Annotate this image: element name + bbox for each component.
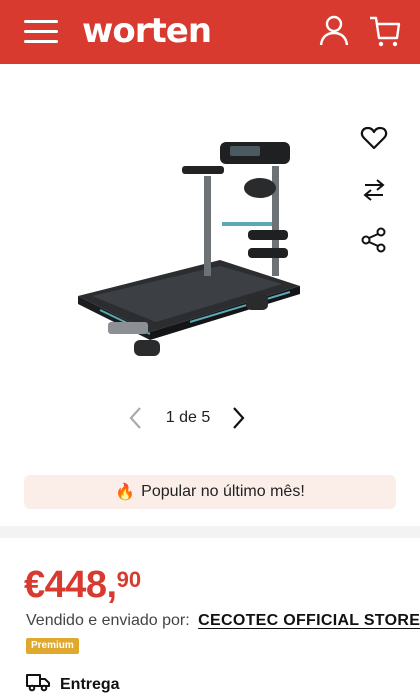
delivery-label: Entrega [60, 675, 120, 693]
user-icon[interactable] [318, 14, 350, 51]
popular-label: Popular no último mês! [141, 483, 305, 500]
product-gallery: 1 de 5 [0, 64, 420, 460]
seller-line: Vendido e enviado por: CECOTEC OFFICIAL … [26, 612, 420, 630]
top-header: worten [0, 0, 420, 64]
menu-icon[interactable] [24, 18, 58, 46]
share-icon[interactable] [360, 226, 388, 259]
treadmill-image[interactable] [70, 136, 310, 367]
heart-icon[interactable] [360, 124, 388, 157]
pager-counter: 1 de 5 [165, 409, 211, 426]
price-main: €448, [24, 564, 117, 606]
compare-icon[interactable] [360, 176, 388, 209]
seller-link[interactable]: CECOTEC OFFICIAL STORE [198, 612, 420, 629]
product-price: €448,90 [24, 564, 141, 607]
chevron-left-icon[interactable] [126, 406, 146, 435]
chevron-right-icon[interactable] [228, 406, 248, 435]
fire-icon: 🔥 [115, 484, 136, 501]
price-cents: 90 [116, 567, 142, 592]
popular-banner: 🔥 Popular no último mês! [24, 475, 396, 509]
premium-badge: Premium [26, 638, 79, 654]
seller-label: Vendido e enviado por: [26, 612, 190, 629]
popular-section: 🔥 Popular no último mês! [0, 460, 420, 526]
delivery-row[interactable]: Entrega [26, 672, 120, 697]
product-info: €448,90 Vendido e enviado por: CECOTEC O… [0, 538, 420, 698]
truck-icon [26, 672, 50, 697]
worten-logo[interactable]: worten [82, 11, 212, 51]
image-pager: 1 de 5 [0, 406, 420, 430]
cart-icon[interactable] [368, 14, 402, 53]
